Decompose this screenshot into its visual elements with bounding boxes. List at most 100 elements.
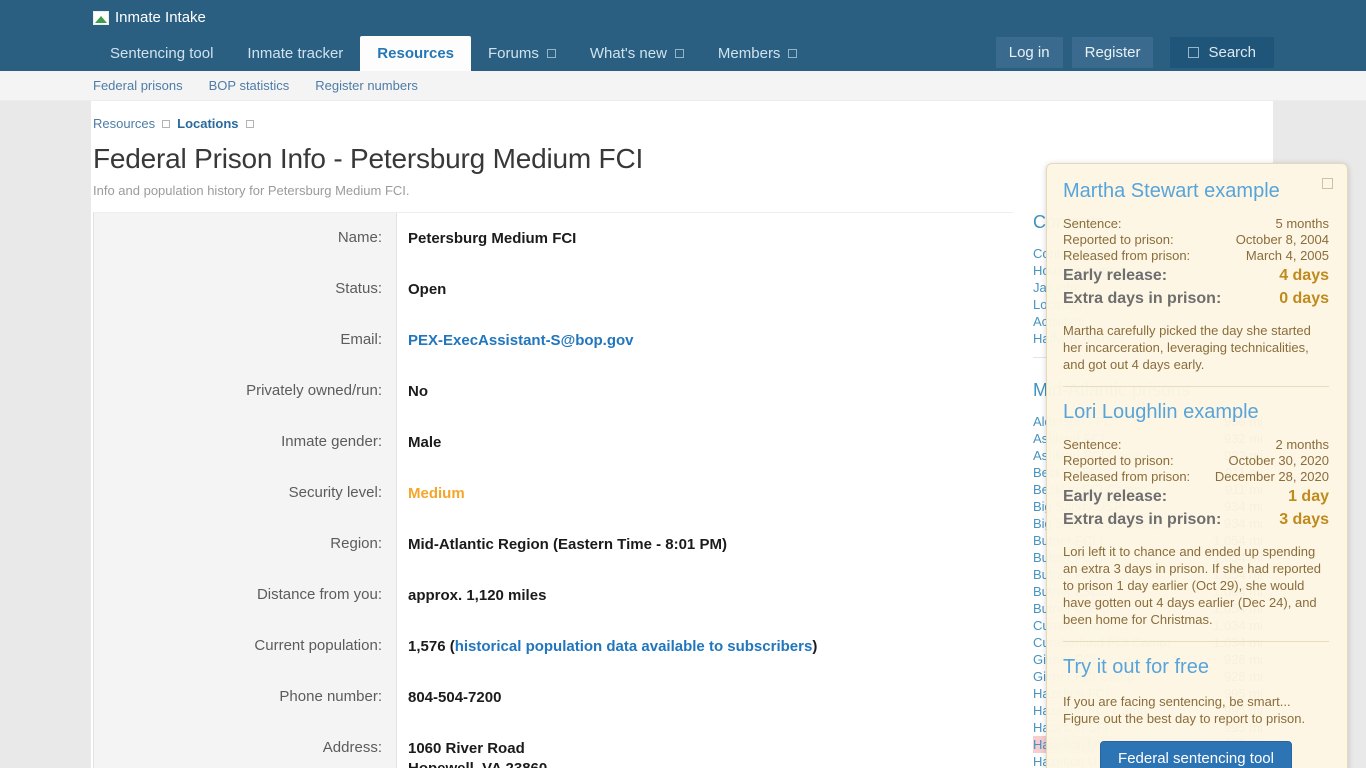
extra-days-row: Extra days in prison: 0 days: [1063, 287, 1329, 310]
brand[interactable]: Inmate Intake: [0, 0, 1366, 26]
row-value: Petersburg Medium FCI: [397, 213, 1013, 264]
divider: [1063, 386, 1329, 387]
martha-note: Martha carefully picked the day she star…: [1063, 322, 1329, 373]
search-label: Search: [1208, 44, 1256, 61]
tab-label: Forums: [488, 45, 539, 62]
row-value: 1 day: [1288, 485, 1329, 508]
table-row-gender: Inmate gender: Male: [94, 417, 1013, 468]
tab-label: Resources: [377, 45, 454, 62]
row-value: 4 days: [1279, 264, 1329, 287]
row-label: Privately owned/run:: [94, 366, 397, 417]
row-label: Current population:: [94, 621, 397, 672]
row-value: October 8, 2004: [1236, 232, 1329, 248]
row-label: Phone number:: [94, 672, 397, 723]
email-link[interactable]: PEX-ExecAssistant-S@bop.gov: [408, 332, 634, 349]
address-line2: Hopewell, VA 23860: [408, 759, 1013, 768]
row-label: Released from prison:: [1063, 469, 1190, 485]
tab-resources[interactable]: Resources: [360, 36, 471, 71]
search-icon: [1188, 47, 1199, 58]
address-line1: 1060 River Road: [408, 739, 1013, 759]
table-row-region: Region: Mid-Atlantic Region (Eastern Tim…: [94, 519, 1013, 570]
cta-title: Try it out for free: [1063, 656, 1329, 679]
row-label: Distance from you:: [94, 570, 397, 621]
row-value: October 30, 2020: [1229, 453, 1329, 469]
cta-text: If you are facing sentencing, be smart..…: [1063, 693, 1329, 727]
row-label: Extra days in prison:: [1063, 508, 1221, 531]
subnav-bop-statistics[interactable]: BOP statistics: [209, 78, 290, 93]
navbar-right: Log in Register Search: [996, 37, 1274, 68]
row-label: Address:: [94, 723, 397, 768]
tab-inmate-tracker[interactable]: Inmate tracker: [230, 36, 360, 71]
example-row: Released from prison: March 4, 2005: [1063, 248, 1329, 264]
federal-sentencing-tool-button[interactable]: Federal sentencing tool: [1100, 741, 1292, 768]
address-value: 1060 River Road Hopewell, VA 23860: [397, 723, 1013, 768]
brand-name: Inmate Intake: [115, 9, 206, 26]
top-navbar: Inmate Intake Sentencing tool Inmate tra…: [0, 0, 1366, 71]
row-value: 2 months: [1276, 437, 1329, 453]
tab-forums[interactable]: Forums: [471, 36, 573, 71]
example-row: Reported to prison: October 30, 2020: [1063, 453, 1329, 469]
row-value: March 4, 2005: [1246, 248, 1329, 264]
row-label: Region:: [94, 519, 397, 570]
main-menu: Sentencing tool Inmate tracker Resources…: [93, 36, 814, 71]
population-history-link[interactable]: historical population data available to …: [455, 638, 813, 655]
row-label: Reported to prison:: [1063, 232, 1174, 248]
tab-members[interactable]: Members: [701, 36, 815, 71]
population-count: 1,576: [408, 638, 446, 655]
row-label: Sentence:: [1063, 216, 1122, 232]
subnav-federal-prisons[interactable]: Federal prisons: [93, 78, 183, 93]
register-button[interactable]: Register: [1072, 37, 1154, 68]
row-value: approx. 1,120 miles: [397, 570, 1013, 621]
table-row-population: Current population: 1,576 (historical po…: [94, 621, 1013, 672]
tab-label: Members: [718, 45, 781, 62]
row-value: December 28, 2020: [1215, 469, 1329, 485]
early-release-row: Early release: 1 day: [1063, 485, 1329, 508]
table-row-name: Name: Petersburg Medium FCI: [94, 213, 1013, 264]
table-row-phone: Phone number: 804-504-7200: [94, 672, 1013, 723]
security-level-value: Medium: [397, 468, 1013, 519]
example-row: Reported to prison: October 8, 2004: [1063, 232, 1329, 248]
prison-info-table: Name: Petersburg Medium FCI Status: Open…: [93, 212, 1013, 768]
tab-sentencing-tool[interactable]: Sentencing tool: [93, 36, 230, 71]
table-row-private: Privately owned/run: No: [94, 366, 1013, 417]
dropdown-icon: [675, 49, 684, 58]
breadcrumb-resources[interactable]: Resources: [93, 116, 155, 131]
table-row-security: Security level: Medium: [94, 468, 1013, 519]
row-value: 3 days: [1279, 508, 1329, 531]
row-label: Name:: [94, 213, 397, 264]
dropdown-icon: [788, 49, 797, 58]
row-label: Early release:: [1063, 485, 1167, 508]
table-row-email: Email: PEX-ExecAssistant-S@bop.gov: [94, 315, 1013, 366]
row-value: 5 months: [1276, 216, 1329, 232]
table-row-distance: Distance from you: approx. 1,120 miles: [94, 570, 1013, 621]
martha-example-title: Martha Stewart example: [1063, 180, 1329, 203]
breadcrumb-separator-icon: [162, 120, 170, 128]
population-value: 1,576 (historical population data availa…: [397, 621, 1013, 672]
row-label: Early release:: [1063, 264, 1167, 287]
row-label: Email:: [94, 315, 397, 366]
breadcrumb-locations[interactable]: Locations: [177, 116, 238, 131]
lori-note: Lori left it to chance and ended up spen…: [1063, 543, 1329, 628]
tab-label: What's new: [590, 45, 667, 62]
dropdown-icon: [547, 49, 556, 58]
tab-whats-new[interactable]: What's new: [573, 36, 701, 71]
row-label: Sentence:: [1063, 437, 1122, 453]
breadcrumb-separator-icon: [246, 120, 254, 128]
example-row: Released from prison: December 28, 2020: [1063, 469, 1329, 485]
paren: ): [812, 638, 817, 655]
subnav-register-numbers[interactable]: Register numbers: [315, 78, 418, 93]
search-button[interactable]: Search: [1170, 37, 1274, 68]
row-label: Extra days in prison:: [1063, 287, 1221, 310]
login-button[interactable]: Log in: [996, 37, 1063, 68]
row-label: Security level:: [94, 468, 397, 519]
close-icon[interactable]: [1322, 178, 1333, 189]
tab-label: Sentencing tool: [110, 45, 213, 62]
divider: [1063, 641, 1329, 642]
row-value: Mid-Atlantic Region (Eastern Time - 8:01…: [397, 519, 1013, 570]
table-row-address: Address: 1060 River Road Hopewell, VA 23…: [94, 723, 1013, 768]
row-label: Status:: [94, 264, 397, 315]
row-label: Inmate gender:: [94, 417, 397, 468]
sentencing-examples-popup: Martha Stewart example Sentence: 5 month…: [1046, 163, 1348, 768]
extra-days-row: Extra days in prison: 3 days: [1063, 508, 1329, 531]
example-row: Sentence: 5 months: [1063, 216, 1329, 232]
